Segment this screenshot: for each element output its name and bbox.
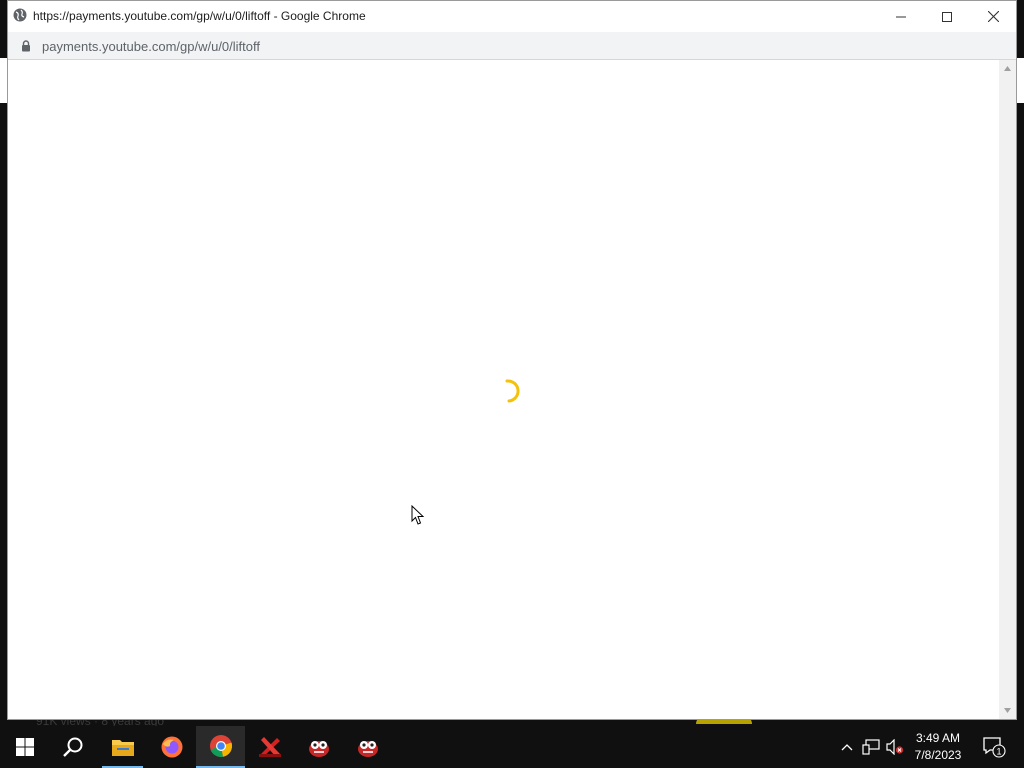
maximize-button[interactable] bbox=[924, 1, 970, 32]
mouse-cursor-icon bbox=[411, 505, 425, 525]
show-hidden-icons-button[interactable] bbox=[838, 726, 856, 768]
search-icon bbox=[62, 737, 82, 757]
firefox-button[interactable] bbox=[147, 726, 196, 768]
file-explorer-icon bbox=[111, 740, 134, 756]
maximize-icon bbox=[942, 11, 952, 22]
title-bar[interactable]: https://payments.youtube.com/gp/w/u/0/li… bbox=[8, 1, 1016, 32]
start-button[interactable] bbox=[0, 726, 49, 768]
red-robot-app-icon bbox=[308, 741, 329, 757]
scroll-down-icon[interactable] bbox=[1003, 706, 1012, 715]
chrome-button[interactable] bbox=[196, 726, 245, 768]
clock[interactable]: 3:49 AM 7/8/2023 bbox=[904, 730, 972, 764]
chrome-popup-window: https://payments.youtube.com/gp/w/u/0/li… bbox=[7, 0, 1017, 720]
globe-icon bbox=[13, 8, 27, 22]
file-explorer-button[interactable] bbox=[98, 726, 147, 768]
red-x-app-button[interactable] bbox=[245, 726, 294, 768]
address-bar[interactable]: payments.youtube.com/gp/w/u/0/liftoff bbox=[8, 32, 1016, 60]
search-button[interactable] bbox=[48, 726, 97, 768]
scroll-up-icon[interactable] bbox=[1003, 64, 1012, 73]
firefox-icon bbox=[161, 736, 182, 758]
network-icon bbox=[862, 739, 880, 755]
notification-count: 1 bbox=[996, 747, 1001, 757]
page-content bbox=[8, 60, 999, 719]
clock-date: 7/8/2023 bbox=[914, 748, 962, 762]
volume-muted-icon bbox=[886, 739, 904, 755]
volume-button[interactable] bbox=[884, 726, 906, 768]
lock-icon bbox=[22, 40, 30, 52]
minimize-button[interactable] bbox=[878, 1, 924, 32]
red-robot-app-button-2[interactable] bbox=[343, 726, 392, 768]
minimize-icon bbox=[896, 16, 906, 17]
network-button[interactable] bbox=[860, 726, 882, 768]
red-robot-app-icon bbox=[357, 741, 378, 757]
notification-icon: 1 bbox=[983, 737, 1006, 758]
window-title: https://payments.youtube.com/gp/w/u/0/li… bbox=[33, 9, 366, 23]
chevron-up-icon bbox=[841, 744, 853, 751]
loading-spinner-icon bbox=[505, 379, 520, 403]
close-button[interactable] bbox=[970, 1, 1016, 32]
vertical-scrollbar[interactable] bbox=[999, 60, 1016, 719]
red-x-app-icon bbox=[258, 737, 281, 757]
taskbar: 3:49 AM 7/8/2023 1 bbox=[0, 726, 1024, 768]
start-icon bbox=[15, 738, 34, 756]
clock-time: 3:49 AM bbox=[915, 731, 961, 745]
chrome-icon bbox=[209, 735, 232, 757]
url-text[interactable]: payments.youtube.com/gp/w/u/0/liftoff bbox=[42, 39, 260, 54]
close-icon bbox=[987, 11, 999, 22]
action-center-button[interactable]: 1 bbox=[980, 726, 1008, 768]
red-robot-app-button-1[interactable] bbox=[294, 726, 343, 768]
